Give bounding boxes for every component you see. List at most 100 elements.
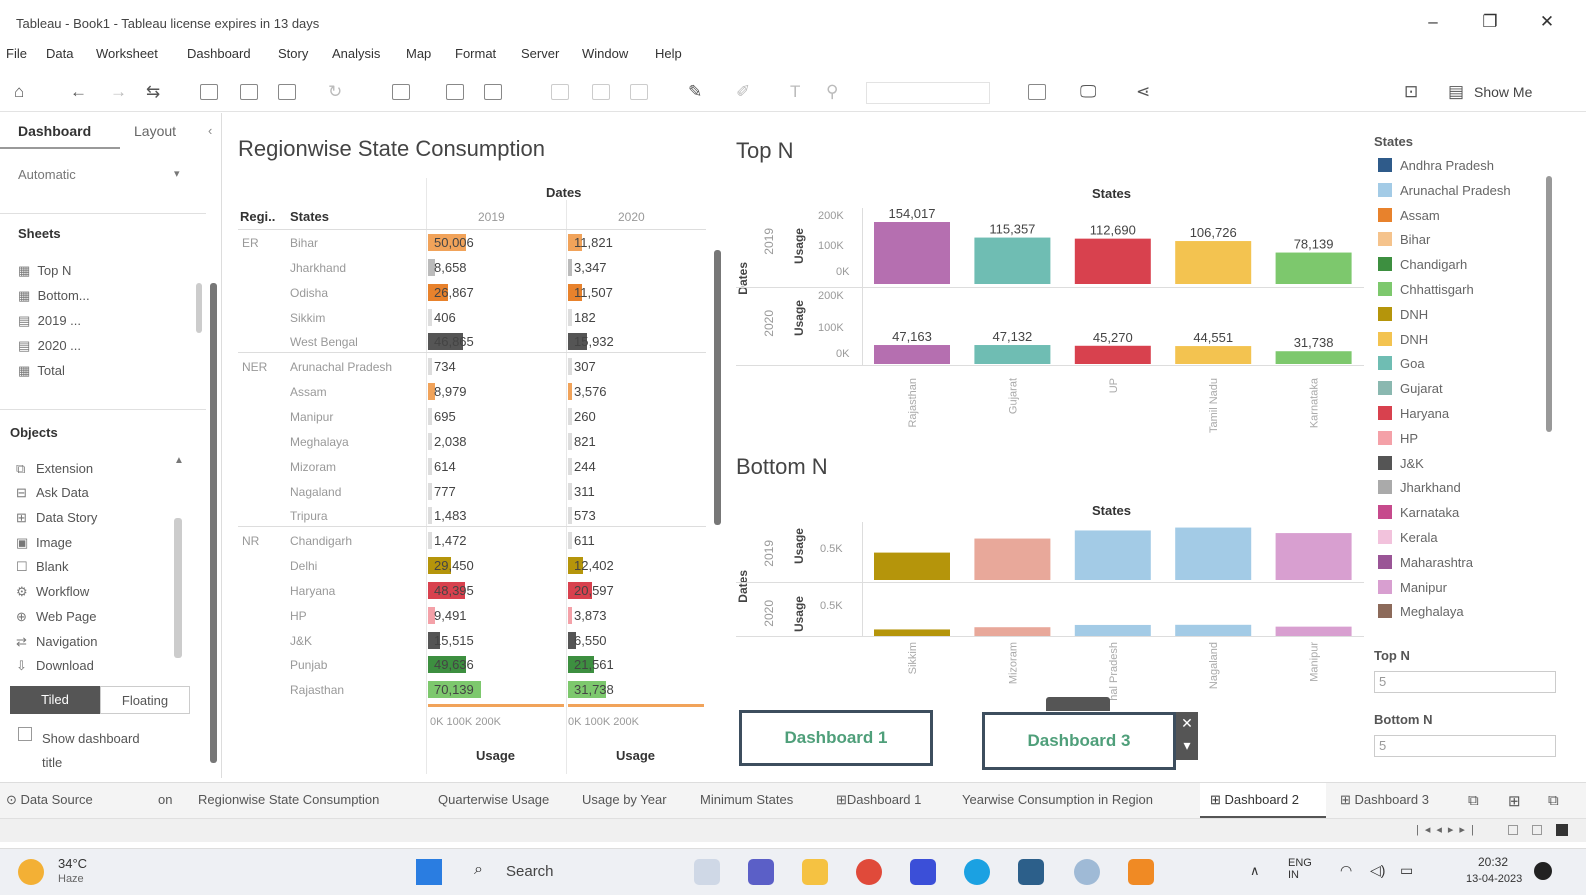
edge-icon[interactable] bbox=[964, 859, 990, 885]
new-sheet-icon[interactable] bbox=[240, 84, 258, 100]
scroll-up-icon[interactable]: ▲ bbox=[174, 455, 184, 466]
object-navigation[interactable]: ⇄ Navigation bbox=[16, 634, 97, 650]
menu-map[interactable]: Map bbox=[406, 46, 431, 61]
menu-data[interactable]: Data bbox=[46, 46, 73, 61]
tab-quarterwise[interactable]: Quarterwise Usage bbox=[438, 792, 549, 807]
battery-icon[interactable]: ▭ bbox=[1400, 862, 1413, 879]
sheet-item[interactable]: ▦ Bottom... bbox=[18, 288, 90, 304]
object-image[interactable]: ▣ Image bbox=[16, 535, 72, 551]
panel-scrollbar[interactable] bbox=[210, 283, 217, 763]
legend-item[interactable]: Gujarat bbox=[1378, 381, 1443, 396]
refresh-icon[interactable]: ↻ bbox=[328, 82, 342, 102]
tab-dashboard2[interactable]: ⊞ Dashboard 2 bbox=[1210, 792, 1299, 808]
table-scrollbar[interactable] bbox=[714, 250, 721, 525]
sun-icon[interactable] bbox=[18, 859, 44, 885]
topn-param-input[interactable]: 5 bbox=[1374, 671, 1556, 693]
sheet-item[interactable]: ▤ 2019 ... bbox=[18, 313, 81, 329]
tab-data-source[interactable]: ⊙ Data Source bbox=[6, 792, 93, 808]
tab-nav-arrows-icon[interactable]: |◂◂▸▸| bbox=[1416, 823, 1480, 836]
sort-icon[interactable] bbox=[551, 84, 569, 100]
tab-layout[interactable]: Layout bbox=[134, 123, 176, 139]
new-worksheet-icon[interactable]: ⧉ bbox=[1468, 792, 1479, 809]
duplicate-icon[interactable] bbox=[278, 84, 296, 100]
tab-regionwise[interactable]: Regionwise State Consumption bbox=[198, 792, 379, 807]
menu-story[interactable]: Story bbox=[278, 46, 308, 61]
labels-icon[interactable] bbox=[1028, 84, 1046, 100]
swap-icon[interactable]: ⇆ bbox=[146, 82, 160, 102]
chart-icon[interactable] bbox=[392, 84, 410, 100]
show-title-checkbox[interactable] bbox=[18, 727, 32, 741]
group-icon[interactable] bbox=[446, 84, 464, 100]
close-icon[interactable]: ✕ ▾ bbox=[1176, 712, 1198, 760]
tableau-icon[interactable] bbox=[1074, 859, 1100, 885]
volume-icon[interactable]: ◁) bbox=[1370, 862, 1385, 879]
menu-help[interactable]: Help bbox=[655, 46, 682, 61]
floating-button[interactable]: Floating bbox=[100, 686, 190, 714]
pin-icon[interactable]: ⚲ bbox=[826, 82, 838, 102]
dashboard1-button[interactable]: Dashboard 1 bbox=[739, 710, 933, 766]
legend-item[interactable]: Maharashtra bbox=[1378, 555, 1473, 570]
fit-dropdown[interactable] bbox=[866, 82, 990, 104]
tab-on[interactable]: on bbox=[158, 792, 172, 807]
undo-icon[interactable]: ← bbox=[70, 82, 87, 102]
legend-item[interactable]: HP bbox=[1378, 431, 1418, 446]
sort-desc-icon[interactable] bbox=[630, 84, 648, 100]
menu-worksheet[interactable]: Worksheet bbox=[96, 46, 158, 61]
show-me-icon[interactable]: ▤ bbox=[1448, 82, 1464, 102]
menu-analysis[interactable]: Analysis bbox=[332, 46, 380, 61]
dashboard3-button[interactable]: Dashboard 3 bbox=[982, 712, 1176, 770]
object-ask-data[interactable]: ⊟ Ask Data bbox=[16, 485, 89, 501]
list-view-icon[interactable] bbox=[1532, 825, 1542, 835]
label-icon[interactable]: ✐ bbox=[736, 82, 750, 102]
collapse-icon[interactable]: ‹ bbox=[208, 123, 212, 138]
show-me-button[interactable]: Show Me bbox=[1474, 84, 1532, 100]
home-icon[interactable]: ⌂ bbox=[14, 82, 24, 102]
legend-item[interactable]: Jharkhand bbox=[1378, 480, 1461, 495]
app-icon[interactable] bbox=[910, 859, 936, 885]
legend-item[interactable]: Meghalaya bbox=[1378, 604, 1464, 619]
wifi-icon[interactable]: ◠ bbox=[1340, 862, 1352, 879]
drag-handle[interactable] bbox=[1046, 697, 1110, 711]
bottomn-param-input[interactable]: 5 bbox=[1374, 735, 1556, 757]
tab-usage-by-year[interactable]: Usage by Year bbox=[582, 792, 667, 807]
legend-item[interactable]: DNH bbox=[1378, 307, 1428, 322]
object-web-page[interactable]: ⊕ Web Page bbox=[16, 609, 96, 625]
object-blank[interactable]: ☐ Blank bbox=[16, 559, 69, 575]
redo-icon[interactable]: → bbox=[110, 82, 127, 102]
tab-dashboard1[interactable]: ⊞Dashboard 1 bbox=[836, 792, 921, 808]
comment-icon[interactable]: ⊡ bbox=[1404, 82, 1418, 102]
legend-scrollbar[interactable] bbox=[1546, 176, 1552, 432]
object-workflow[interactable]: ⚙ Workflow bbox=[16, 584, 89, 600]
menu-window[interactable]: Window bbox=[582, 46, 628, 61]
legend-item[interactable]: Arunachal Pradesh bbox=[1378, 183, 1511, 198]
close-button[interactable]: ✕ bbox=[1532, 12, 1562, 32]
menu-server[interactable]: Server bbox=[521, 46, 559, 61]
legend-item[interactable]: Goa bbox=[1378, 356, 1425, 371]
legend-item[interactable]: Assam bbox=[1378, 208, 1440, 223]
store-icon[interactable] bbox=[1018, 859, 1044, 885]
chevron-down-icon[interactable]: ▾ bbox=[174, 167, 180, 180]
sheet-item[interactable]: ▦ Total bbox=[18, 363, 65, 379]
notification-icon[interactable] bbox=[1534, 862, 1552, 880]
language-indicator[interactable]: ENG IN bbox=[1288, 857, 1322, 881]
windows-start-icon[interactable] bbox=[416, 859, 442, 885]
object-data-story[interactable]: ⊞ Data Story bbox=[16, 510, 97, 526]
legend-item[interactable]: Karnataka bbox=[1378, 505, 1459, 520]
task-view-icon[interactable] bbox=[694, 859, 720, 885]
tab-minimum-states[interactable]: Minimum States bbox=[700, 792, 793, 807]
save-icon[interactable] bbox=[200, 84, 218, 100]
filmstrip-view-icon[interactable] bbox=[1556, 824, 1568, 836]
menu-dashboard[interactable]: Dashboard bbox=[187, 46, 251, 61]
tab-dashboard3[interactable]: ⊞ Dashboard 3 bbox=[1340, 792, 1429, 808]
object-download[interactable]: ⇩ Download bbox=[16, 658, 94, 674]
sheet-item[interactable]: ▤ 2020 ... bbox=[18, 338, 81, 354]
text-icon[interactable]: T bbox=[790, 82, 800, 102]
legend-item[interactable]: Chandigarh bbox=[1378, 257, 1467, 272]
size-dropdown[interactable]: Automatic bbox=[18, 167, 76, 182]
objects-scrollbar[interactable] bbox=[174, 518, 182, 658]
grid-view-icon[interactable] bbox=[1508, 825, 1518, 835]
new-story-icon[interactable]: ⧉ bbox=[1548, 792, 1559, 809]
legend-item[interactable]: J&K bbox=[1378, 456, 1424, 471]
chevron-up-icon[interactable]: ∧ bbox=[1250, 863, 1260, 879]
sort-asc-icon[interactable] bbox=[592, 84, 610, 100]
